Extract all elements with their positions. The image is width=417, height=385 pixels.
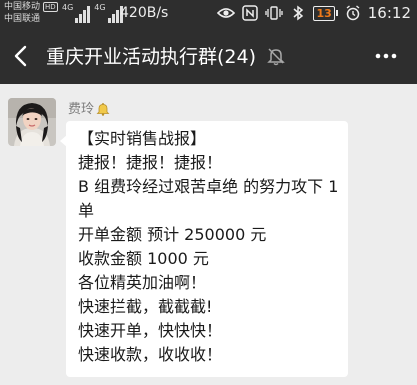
status-icons: 13 16:12 — [217, 4, 411, 22]
avatar[interactable] — [8, 98, 56, 146]
message-line: 快速收款，收收收！ — [78, 345, 223, 364]
nfc-icon — [241, 4, 259, 22]
chat-title: 重庆开业活动执行群(24) — [46, 46, 257, 68]
signal-1-icon: 4G — [62, 3, 91, 23]
message-line: 快速开单，快快快！ — [78, 321, 223, 340]
carrier-1: 中国移动 — [4, 2, 41, 12]
chat-area[interactable]: 费玲 【实时销售战报】 捷报！捷报！捷报！ B 组费玲经过艰苦卓绝 的努力攻下 … — [0, 84, 417, 385]
hd-badge: HD — [43, 2, 58, 12]
message-line: 【实时销售战报】 — [78, 129, 207, 148]
bluetooth-icon — [289, 4, 307, 22]
mute-bell-icon — [266, 46, 286, 66]
message-line: 捷报！捷报！捷报！ — [78, 153, 223, 172]
bell-icon — [96, 101, 110, 116]
carrier-info: 中国移动 HD 中国联通 — [4, 1, 58, 25]
alarm-icon — [344, 4, 362, 22]
message-line: 单 — [78, 201, 95, 220]
network-speed: 420B/s — [120, 5, 169, 21]
more-dots-icon[interactable] — [375, 48, 397, 64]
signal-indicators: 4G 4G — [62, 3, 123, 23]
vibrate-icon — [265, 4, 284, 22]
status-bar: 中国移动 HD 中国联通 4G 4G 420B/s 13 16:12 — [0, 0, 417, 28]
message-line: 收款金额 1000 元 — [78, 249, 209, 268]
message-line: 快速拦截，截截截! — [78, 297, 213, 316]
message-line: 开单金额 预计 250000 元 — [78, 225, 267, 244]
message-bubble[interactable]: 【实时销售战报】 捷报！捷报！捷报！ B 组费玲经过艰苦卓绝 的努力攻下 1 单… — [60, 121, 348, 377]
message-line: B 组费玲经过艰苦卓绝 的努力攻下 1 — [78, 177, 339, 196]
signal-2-icon: 4G — [94, 3, 123, 23]
message-line: 各位精英加油啊！ — [78, 273, 207, 292]
carrier-2: 中国联通 — [4, 14, 41, 24]
sender-row: 费玲 — [68, 98, 110, 117]
sender-name: 费玲 — [68, 102, 95, 117]
back-arrow-icon[interactable] — [10, 44, 34, 68]
chat-header: 重庆开业活动执行群(24) — [0, 28, 417, 84]
clock: 16:12 — [367, 4, 411, 22]
eye-icon — [217, 4, 236, 22]
battery-icon: 13 — [313, 5, 338, 21]
battery-level: 13 — [316, 6, 332, 20]
